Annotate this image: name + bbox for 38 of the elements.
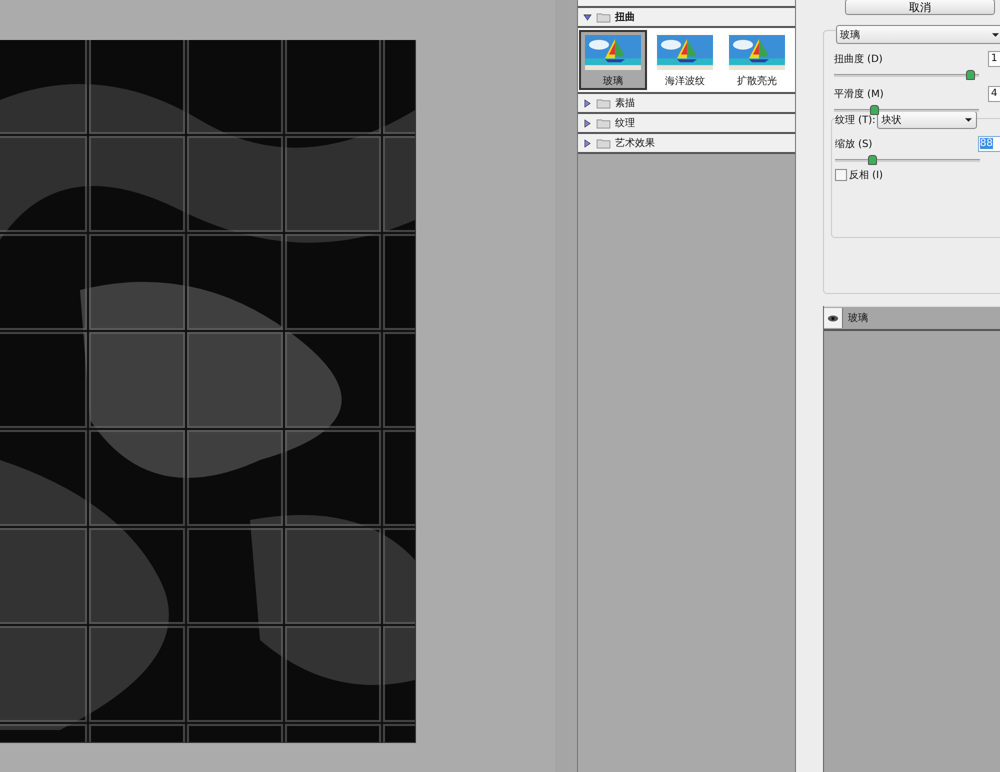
- slider-thumb[interactable]: [966, 70, 975, 80]
- slider-label: 扭曲度 (D): [834, 52, 883, 66]
- filter-name: 海洋波纹: [665, 74, 705, 88]
- filter-thumbnail[interactable]: 扩散亮光: [723, 30, 791, 90]
- collapse-triangle-icon[interactable]: [583, 12, 592, 22]
- checkbox-label[interactable]: 反相 (I): [849, 168, 883, 182]
- category-name[interactable]: 纹理: [615, 116, 635, 130]
- category-name[interactable]: 扭曲: [615, 10, 635, 24]
- slider-thumb[interactable]: [868, 155, 878, 165]
- folder-icon: [596, 138, 611, 148]
- expand-triangle-icon[interactable]: [583, 98, 592, 108]
- texture-label: 纹理 (T):: [835, 114, 876, 127]
- filter-dropdown[interactable]: 玻璃: [836, 25, 1000, 44]
- expand-triangle-icon[interactable]: [583, 118, 592, 128]
- filter-thumbnail[interactable]: 玻璃: [579, 30, 647, 90]
- cancel-button[interactable]: 取消: [845, 0, 995, 15]
- category-name[interactable]: 素描: [615, 96, 635, 110]
- value-field[interactable]: 4: [988, 86, 1000, 102]
- category-name[interactable]: 艺术效果: [615, 136, 655, 150]
- folder-icon: [596, 118, 611, 128]
- folder-icon: [596, 98, 611, 108]
- filter-name: 玻璃: [603, 74, 623, 88]
- caret-icon: [992, 32, 999, 36]
- slider-label: 平滑度 (M): [834, 88, 884, 101]
- filter-name: 扩散亮光: [737, 74, 777, 88]
- checkbox[interactable]: [835, 169, 847, 181]
- slider-label: 缩放 (S): [835, 138, 872, 151]
- value-field[interactable]: 1: [988, 51, 1000, 67]
- expand-triangle-icon[interactable]: [583, 138, 592, 148]
- caret-icon: [965, 118, 972, 122]
- category-row[interactable]: [578, 0, 795, 8]
- eye-icon: [827, 314, 839, 322]
- visibility-toggle[interactable]: [824, 308, 843, 328]
- slider-thumb[interactable]: [870, 105, 880, 115]
- filter-thumbnail[interactable]: 海洋波纹: [651, 30, 719, 90]
- texture-dropdown[interactable]: 块状: [877, 111, 978, 129]
- layer-name[interactable]: 玻璃: [848, 311, 868, 325]
- folder-icon: [596, 12, 611, 22]
